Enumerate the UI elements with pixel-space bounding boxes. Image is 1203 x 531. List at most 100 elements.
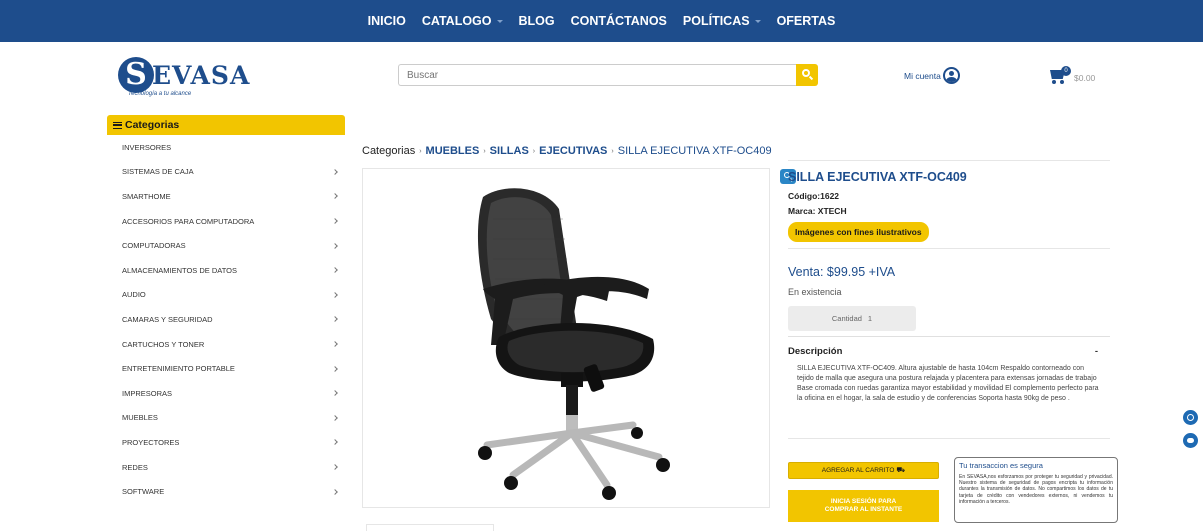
sidebar-item-label: PROYECTORES — [122, 437, 180, 447]
nav-item-catalogo[interactable]: CATALOGO — [422, 14, 503, 28]
divider — [788, 248, 1110, 249]
chevron-right-icon — [332, 488, 338, 495]
product-details: SILLA EJECUTIVA XTF-OC409 Código:1622 Ma… — [788, 160, 1110, 439]
breadcrumb-separator: › — [532, 147, 536, 155]
description-text: SILLA EJECUTIVA XTF-OC409. Altura ajusta… — [797, 365, 1099, 402]
sidebar-item[interactable]: MUEBLES — [107, 406, 345, 431]
cart-small-icon: ⛟ — [896, 467, 906, 474]
sidebar-item[interactable]: ACCESORIOS PARA COMPUTADORA — [107, 209, 345, 234]
brand-label: Marca: — [788, 206, 816, 216]
sidebar-item[interactable]: IMPRESORAS — [107, 381, 345, 406]
quantity-value[interactable]: 1 — [868, 314, 872, 323]
product-image[interactable] — [362, 168, 770, 508]
search-input[interactable] — [398, 64, 796, 86]
sidebar-item[interactable]: REDES — [107, 455, 345, 480]
sidebar-item-label: CARTUCHOS Y TONER — [122, 339, 205, 349]
sidebar-item-label: SOFTWARE — [122, 487, 165, 497]
divider — [788, 160, 1110, 161]
stock-status: En existencia — [788, 287, 842, 297]
sidebar-item-label: MUEBLES — [122, 413, 158, 423]
sidebar-item-label: SMARTHOME — [122, 191, 171, 201]
nav-item-políticas[interactable]: POLÍTICAS — [683, 14, 761, 28]
product-brand: Marca: XTECH — [788, 206, 1110, 216]
sidebar-item[interactable]: ENTRETENIMIENTO PORTABLE — [107, 356, 345, 381]
breadcrumb-current: SILLA EJECUTIVA XTF-OC409 — [617, 145, 772, 157]
nav-item-inicio[interactable]: INICIO — [368, 14, 406, 28]
secure-transaction-box: Tu transaccion es segura En SEVASA,nos e… — [954, 457, 1118, 523]
login-line-1: INICIA SESIÓN PARA — [830, 498, 897, 505]
sidebar-item[interactable]: PROYECTORES — [107, 430, 345, 455]
product-thumbnail[interactable] — [366, 524, 494, 531]
sidebar-item[interactable]: SISTEMAS DE CAJA — [107, 160, 345, 185]
sidebar-item-label: INVERSORES — [122, 142, 172, 152]
brand-value: XTECH — [817, 206, 847, 216]
quantity-stepper[interactable]: Cantidad 1 — [788, 306, 916, 331]
breadcrumb-link[interactable]: SILLAS — [490, 145, 529, 157]
sidebar-item[interactable]: SOFTWARE — [107, 479, 345, 504]
account-link[interactable]: Mi cuenta — [904, 67, 960, 84]
category-sidebar: Categorias INVERSORES SISTEMAS DE CAJA SMA… — [107, 115, 345, 504]
nav-item-blog[interactable]: BLOG — [519, 14, 555, 28]
chevron-right-icon — [332, 414, 338, 421]
login-line-2: COMPRAR AL INSTANTE — [824, 506, 903, 513]
login-to-buy-button[interactable]: INICIA SESIÓN PARA COMPRAR AL INSTANTE — [788, 490, 939, 522]
sidebar-item-label: AUDIO — [122, 290, 146, 300]
nav-item-label: BLOG — [518, 14, 555, 28]
sidebar-item-label: CAMARAS Y SEGURIDAD — [122, 314, 213, 324]
whatsapp-icon — [1187, 414, 1194, 421]
add-to-cart-button[interactable]: AGREGAR AL CARRITO ⛟ — [788, 462, 939, 479]
logo-tagline: Tecnología a tu alcance — [128, 91, 192, 97]
chevron-right-icon — [332, 292, 338, 298]
chat-icon — [1187, 438, 1194, 443]
chat-button[interactable] — [1183, 433, 1198, 448]
breadcrumb-root[interactable]: Categorias — [362, 145, 415, 157]
sidebar-item[interactable]: CARTUCHOS Y TONER — [107, 332, 345, 357]
description-header[interactable]: Descripción - — [788, 336, 1110, 357]
search-button[interactable] — [796, 64, 818, 86]
sidebar-item[interactable]: AUDIO — [107, 283, 345, 308]
breadcrumb-separator: › — [419, 147, 422, 155]
cart-count-badge: 0 — [1061, 66, 1071, 76]
logo-word: EVASA — [152, 61, 251, 90]
breadcrumb-separator: › — [483, 147, 486, 155]
chair-image — [477, 188, 670, 500]
nav-item-label: INICIO — [367, 14, 406, 28]
product-code: Código:1622 — [788, 191, 1110, 201]
product-title: SILLA EJECUTIVA XTF-OC409 — [788, 170, 967, 184]
sevasa-logo[interactable]: S EVASA Tecnología a tu alcance — [118, 57, 249, 102]
sidebar-item-label: COMPUTADORAS — [122, 241, 186, 251]
account-label: Mi cuenta — [904, 70, 941, 81]
menu-icon — [113, 121, 122, 129]
description-toggle[interactable]: - — [1095, 346, 1098, 357]
sidebar-item[interactable]: CAMARAS Y SEGURIDAD — [107, 307, 345, 332]
chevron-right-icon — [332, 341, 338, 347]
chevron-right-icon — [332, 169, 338, 175]
nav-item-contáctanos[interactable]: CONTÁCTANOS — [571, 14, 667, 28]
sidebar-item-label: IMPRESORAS — [122, 388, 173, 398]
sidebar-item[interactable]: INVERSORES — [107, 135, 345, 160]
product-price: Venta: $99.95 +IVA — [788, 265, 896, 279]
nav-item-ofertas[interactable]: OFERTAS — [777, 14, 836, 28]
breadcrumb-link[interactable]: EJECUTIVAS — [539, 145, 607, 157]
sidebar-item[interactable]: ALMACENAMIENTOS DE DATOS — [107, 258, 345, 283]
nav-item-label: POLÍTICAS — [682, 14, 750, 28]
chevron-right-icon — [332, 464, 338, 470]
categories-heading: Categorias — [125, 119, 180, 131]
breadcrumb-separator: › — [611, 147, 614, 155]
user-icon — [942, 67, 960, 84]
logo-initial: S — [118, 57, 154, 93]
breadcrumb-link[interactable]: MUEBLES — [426, 145, 480, 157]
nav-item-label: OFERTAS — [776, 14, 836, 28]
whatsapp-button[interactable] — [1183, 410, 1198, 425]
chevron-right-icon — [332, 316, 338, 323]
code-label: Código: — [788, 191, 821, 201]
sidebar-item[interactable]: COMPUTADORAS — [107, 233, 345, 258]
sidebar-item-label: SISTEMAS DE CAJA — [122, 167, 194, 177]
breadcrumb: Categorias › MUEBLES › SILLAS › EJECUTIVAS › SI… — [362, 145, 772, 157]
secure-body: En SEVASA,nos esforzamos por proteger tu… — [959, 474, 1113, 505]
chevron-right-icon — [332, 439, 338, 446]
illustrative-badge: Imágenes con fines ilustrativos — [788, 222, 929, 242]
categories-header[interactable]: Categorias — [107, 115, 345, 135]
sidebar-item[interactable]: SMARTHOME — [107, 184, 345, 209]
code-value: 1622 — [820, 191, 840, 201]
